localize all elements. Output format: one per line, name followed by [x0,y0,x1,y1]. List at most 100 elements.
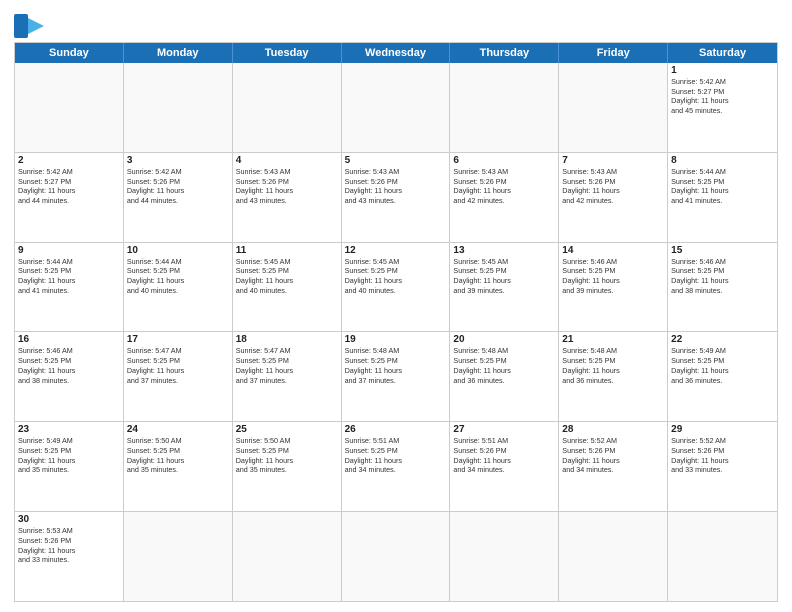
calendar-cell-w2d0: 9Sunrise: 5:44 AM Sunset: 5:25 PM Daylig… [15,243,124,332]
calendar-cell-w3d0: 16Sunrise: 5:46 AM Sunset: 5:25 PM Dayli… [15,332,124,421]
cell-sun-info: Sunrise: 5:44 AM Sunset: 5:25 PM Dayligh… [127,257,229,296]
calendar-week-5: 30Sunrise: 5:53 AM Sunset: 5:26 PM Dayli… [15,512,777,601]
calendar-cell-w5d1 [124,512,233,601]
calendar-cell-w3d3: 19Sunrise: 5:48 AM Sunset: 5:25 PM Dayli… [342,332,451,421]
calendar-cell-w5d4 [450,512,559,601]
day-number: 4 [236,155,338,166]
cell-sun-info: Sunrise: 5:46 AM Sunset: 5:25 PM Dayligh… [18,346,120,385]
calendar-cell-w2d5: 14Sunrise: 5:46 AM Sunset: 5:25 PM Dayli… [559,243,668,332]
day-number: 10 [127,245,229,256]
calendar-week-0: 1Sunrise: 5:42 AM Sunset: 5:27 PM Daylig… [15,63,777,153]
calendar: SundayMondayTuesdayWednesdayThursdayFrid… [14,42,778,602]
calendar-cell-w0d4 [450,63,559,152]
calendar-cell-w4d1: 24Sunrise: 5:50 AM Sunset: 5:25 PM Dayli… [124,422,233,511]
calendar-cell-w0d3 [342,63,451,152]
calendar-week-3: 16Sunrise: 5:46 AM Sunset: 5:25 PM Dayli… [15,332,777,422]
cell-sun-info: Sunrise: 5:44 AM Sunset: 5:25 PM Dayligh… [18,257,120,296]
header-day-sunday: Sunday [15,43,124,63]
day-number: 21 [562,334,664,345]
calendar-cell-w2d4: 13Sunrise: 5:45 AM Sunset: 5:25 PM Dayli… [450,243,559,332]
cell-sun-info: Sunrise: 5:53 AM Sunset: 5:26 PM Dayligh… [18,526,120,565]
calendar-cell-w0d6: 1Sunrise: 5:42 AM Sunset: 5:27 PM Daylig… [668,63,777,152]
cell-sun-info: Sunrise: 5:44 AM Sunset: 5:25 PM Dayligh… [671,167,774,206]
header-day-monday: Monday [124,43,233,63]
calendar-cell-w1d0: 2Sunrise: 5:42 AM Sunset: 5:27 PM Daylig… [15,153,124,242]
day-number: 5 [345,155,447,166]
day-number: 23 [18,424,120,435]
cell-sun-info: Sunrise: 5:42 AM Sunset: 5:26 PM Dayligh… [127,167,229,206]
day-number: 12 [345,245,447,256]
day-number: 30 [18,514,120,525]
calendar-cell-w1d5: 7Sunrise: 5:43 AM Sunset: 5:26 PM Daylig… [559,153,668,242]
calendar-week-1: 2Sunrise: 5:42 AM Sunset: 5:27 PM Daylig… [15,153,777,243]
day-number: 24 [127,424,229,435]
day-number: 17 [127,334,229,345]
calendar-cell-w1d1: 3Sunrise: 5:42 AM Sunset: 5:26 PM Daylig… [124,153,233,242]
calendar-week-4: 23Sunrise: 5:49 AM Sunset: 5:25 PM Dayli… [15,422,777,512]
day-number: 28 [562,424,664,435]
calendar-cell-w2d1: 10Sunrise: 5:44 AM Sunset: 5:25 PM Dayli… [124,243,233,332]
cell-sun-info: Sunrise: 5:52 AM Sunset: 5:26 PM Dayligh… [671,436,774,475]
cell-sun-info: Sunrise: 5:43 AM Sunset: 5:26 PM Dayligh… [453,167,555,206]
cell-sun-info: Sunrise: 5:45 AM Sunset: 5:25 PM Dayligh… [453,257,555,296]
day-number: 7 [562,155,664,166]
page: SundayMondayTuesdayWednesdayThursdayFrid… [0,0,792,612]
day-number: 27 [453,424,555,435]
calendar-cell-w0d5 [559,63,668,152]
cell-sun-info: Sunrise: 5:48 AM Sunset: 5:25 PM Dayligh… [345,346,447,385]
cell-sun-info: Sunrise: 5:42 AM Sunset: 5:27 PM Dayligh… [18,167,120,206]
calendar-cell-w1d4: 6Sunrise: 5:43 AM Sunset: 5:26 PM Daylig… [450,153,559,242]
calendar-cell-w4d2: 25Sunrise: 5:50 AM Sunset: 5:25 PM Dayli… [233,422,342,511]
calendar-cell-w1d3: 5Sunrise: 5:43 AM Sunset: 5:26 PM Daylig… [342,153,451,242]
calendar-cell-w5d0: 30Sunrise: 5:53 AM Sunset: 5:26 PM Dayli… [15,512,124,601]
day-number: 8 [671,155,774,166]
cell-sun-info: Sunrise: 5:45 AM Sunset: 5:25 PM Dayligh… [236,257,338,296]
cell-sun-info: Sunrise: 5:46 AM Sunset: 5:25 PM Dayligh… [562,257,664,296]
day-number: 22 [671,334,774,345]
day-number: 26 [345,424,447,435]
calendar-cell-w3d5: 21Sunrise: 5:48 AM Sunset: 5:25 PM Dayli… [559,332,668,421]
calendar-cell-w3d4: 20Sunrise: 5:48 AM Sunset: 5:25 PM Dayli… [450,332,559,421]
day-number: 15 [671,245,774,256]
calendar-cell-w0d2 [233,63,342,152]
calendar-cell-w4d5: 28Sunrise: 5:52 AM Sunset: 5:26 PM Dayli… [559,422,668,511]
cell-sun-info: Sunrise: 5:42 AM Sunset: 5:27 PM Dayligh… [671,77,774,116]
calendar-cell-w1d2: 4Sunrise: 5:43 AM Sunset: 5:26 PM Daylig… [233,153,342,242]
header-day-tuesday: Tuesday [233,43,342,63]
calendar-cell-w3d2: 18Sunrise: 5:47 AM Sunset: 5:25 PM Dayli… [233,332,342,421]
cell-sun-info: Sunrise: 5:49 AM Sunset: 5:25 PM Dayligh… [671,346,774,385]
day-number: 16 [18,334,120,345]
cell-sun-info: Sunrise: 5:45 AM Sunset: 5:25 PM Dayligh… [345,257,447,296]
day-number: 9 [18,245,120,256]
logo-icon [14,14,44,38]
day-number: 11 [236,245,338,256]
day-number: 2 [18,155,120,166]
cell-sun-info: Sunrise: 5:48 AM Sunset: 5:25 PM Dayligh… [453,346,555,385]
calendar-cell-w3d1: 17Sunrise: 5:47 AM Sunset: 5:25 PM Dayli… [124,332,233,421]
day-number: 19 [345,334,447,345]
cell-sun-info: Sunrise: 5:51 AM Sunset: 5:25 PM Dayligh… [345,436,447,475]
cell-sun-info: Sunrise: 5:47 AM Sunset: 5:25 PM Dayligh… [127,346,229,385]
calendar-cell-w4d3: 26Sunrise: 5:51 AM Sunset: 5:25 PM Dayli… [342,422,451,511]
calendar-cell-w5d6 [668,512,777,601]
cell-sun-info: Sunrise: 5:51 AM Sunset: 5:26 PM Dayligh… [453,436,555,475]
calendar-week-2: 9Sunrise: 5:44 AM Sunset: 5:25 PM Daylig… [15,243,777,333]
cell-sun-info: Sunrise: 5:48 AM Sunset: 5:25 PM Dayligh… [562,346,664,385]
day-number: 29 [671,424,774,435]
calendar-cell-w0d0 [15,63,124,152]
calendar-cell-w2d2: 11Sunrise: 5:45 AM Sunset: 5:25 PM Dayli… [233,243,342,332]
header-day-friday: Friday [559,43,668,63]
calendar-cell-w5d5 [559,512,668,601]
cell-sun-info: Sunrise: 5:43 AM Sunset: 5:26 PM Dayligh… [562,167,664,206]
header [14,10,778,38]
cell-sun-info: Sunrise: 5:50 AM Sunset: 5:25 PM Dayligh… [127,436,229,475]
day-number: 3 [127,155,229,166]
day-number: 14 [562,245,664,256]
logo [14,14,48,38]
calendar-header: SundayMondayTuesdayWednesdayThursdayFrid… [15,43,777,63]
cell-sun-info: Sunrise: 5:49 AM Sunset: 5:25 PM Dayligh… [18,436,120,475]
cell-sun-info: Sunrise: 5:52 AM Sunset: 5:26 PM Dayligh… [562,436,664,475]
header-day-thursday: Thursday [450,43,559,63]
header-day-saturday: Saturday [668,43,777,63]
calendar-cell-w5d3 [342,512,451,601]
